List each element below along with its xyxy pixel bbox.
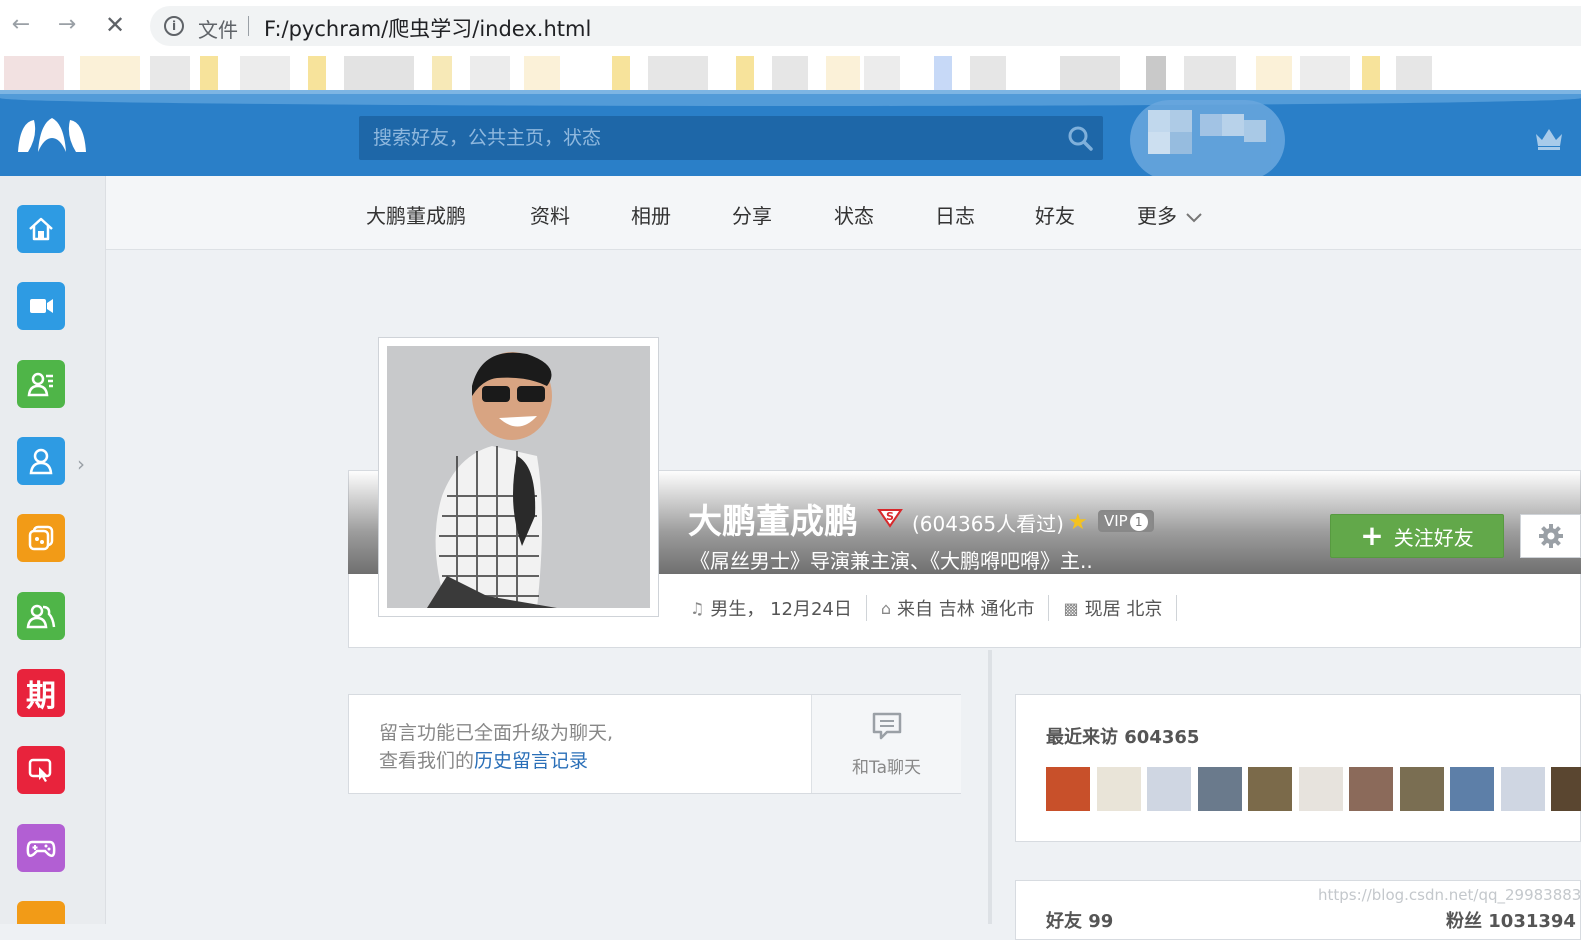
history-messages-link[interactable]: 历史留言记录 <box>474 750 588 772</box>
plus-icon: + <box>1360 519 1384 552</box>
profile-view-count: (604365人看过) <box>912 512 1064 536</box>
info-hometown: ⌂ 来自 吉林 通化市 <box>881 595 1050 621</box>
forward-arrow-icon[interactable]: → <box>54 12 80 38</box>
visitor-avatar[interactable] <box>1500 767 1545 811</box>
sidebar-interactive-icon[interactable] <box>17 746 65 794</box>
message-line2-prefix: 查看我们的 <box>379 750 475 772</box>
url-text[interactable]: F:/pychram/爬虫学习/index.html <box>264 13 591 43</box>
tab-shares[interactable]: 分享 <box>732 200 772 229</box>
cake-icon: ♫ <box>690 598 705 618</box>
sidebar-periodical-icon[interactable]: 期 <box>17 669 65 717</box>
stop-loading-icon[interactable]: ✕ <box>102 12 128 38</box>
chat-button[interactable]: 和Ta聊天 <box>811 695 961 793</box>
message-notice: 留言功能已全面升级为聊天, 查看我们的历史留言记录 <box>379 719 613 775</box>
visitor-avatar[interactable] <box>1551 767 1581 811</box>
tab-more[interactable]: 更多 <box>1137 200 1203 229</box>
info-birthday: ♫ 男生， 12月24日 <box>690 595 867 621</box>
sidebar-apps-icon[interactable] <box>17 514 65 562</box>
sidebar-more-app-icon[interactable] <box>17 901 65 924</box>
header-wave-decoration <box>0 90 1581 106</box>
bookmarks-bar <box>0 52 1581 94</box>
vip-badge[interactable]: VIP 1 <box>1098 510 1154 532</box>
home-small-icon: ⌂ <box>880 598 892 618</box>
crown-icon[interactable] <box>1534 126 1564 152</box>
vip-level: 1 <box>1129 513 1148 531</box>
visitor-avatar[interactable] <box>1248 767 1292 811</box>
follow-button[interactable]: + 关注好友 <box>1330 514 1504 558</box>
visitor-avatar[interactable] <box>1197 767 1242 811</box>
avatar-photo <box>387 346 650 608</box>
info-residence: ▩ 现居 北京 <box>1063 595 1178 621</box>
profile-name: 大鹏董成鹏 <box>688 503 858 541</box>
tab-blog[interactable]: 日志 <box>935 200 975 229</box>
search-icon[interactable] <box>1067 125 1093 151</box>
sidebar-home-icon[interactable] <box>17 205 65 253</box>
sidebar-games-icon[interactable] <box>17 824 65 872</box>
address-bar[interactable]: i 文件 F:/pychram/爬虫学习/index.html <box>150 6 1581 46</box>
visitor-avatar[interactable] <box>1096 767 1141 811</box>
browser-toolbar: ← → ✕ i 文件 F:/pychram/爬虫学习/index.html <box>0 0 1581 52</box>
chat-label: 和Ta聊天 <box>852 757 921 778</box>
profile-info-row: ♫ 男生， 12月24日 ⌂ 来自 吉林 通化市 ▩ 现居 北京 <box>690 595 1191 621</box>
tab-more-label: 更多 <box>1137 204 1177 228</box>
search-input[interactable] <box>373 116 1053 160</box>
sidebar-expand-chevron-icon[interactable]: › <box>77 452 85 476</box>
message-line2: 查看我们的历史留言记录 <box>379 747 613 775</box>
sidebar-video-icon[interactable] <box>17 282 65 330</box>
residence: 现居 北京 <box>1084 599 1163 620</box>
gender-birthday: 男生， 12月24日 <box>710 599 852 620</box>
sidebar-friends-icon[interactable] <box>17 592 65 640</box>
scheme-label: 文件 <box>198 18 238 42</box>
tab-status[interactable]: 状态 <box>834 200 874 229</box>
svg-text:S: S <box>886 510 894 523</box>
chevron-down-icon <box>1186 213 1203 223</box>
message-line1: 留言功能已全面升级为聊天, <box>379 722 614 744</box>
profile-subnav: 大鹏董成鹏 资料 相册 分享 状态 日志 好友 更多 <box>106 176 1581 250</box>
search-box <box>359 116 1103 160</box>
sidebar-profile-icon[interactable] <box>17 437 65 485</box>
address-separator <box>248 16 249 36</box>
recent-visitors-panel: 最近来访 604365 <box>1015 694 1581 842</box>
vip-label: VIP <box>1104 512 1128 530</box>
visitor-avatar[interactable] <box>1147 767 1191 811</box>
friends-count: 好友 99 <box>1046 911 1114 932</box>
profile-bio: 《屌丝男士》导演兼主演、《大鹏嘚吧嘚》主.. <box>690 549 1093 573</box>
profile-avatar[interactable] <box>378 337 659 617</box>
site-header <box>0 90 1581 180</box>
visitor-avatar[interactable] <box>1399 767 1444 811</box>
column-divider <box>988 650 992 924</box>
hometown: 来自 吉林 通化市 <box>897 599 1035 620</box>
back-arrow-icon[interactable]: ← <box>8 12 34 38</box>
fans-count: 粉丝 1031394 <box>1446 911 1576 932</box>
info-icon[interactable]: i <box>164 16 184 36</box>
tab-albums[interactable]: 相册 <box>631 200 671 229</box>
message-box: 留言功能已全面升级为聊天, 查看我们的历史留言记录 和Ta聊天 <box>348 694 961 794</box>
visitor-avatar[interactable] <box>1349 767 1393 811</box>
left-sidebar: › 期 <box>0 176 106 924</box>
star-icon: ★ <box>1068 510 1088 535</box>
visitor-avatar[interactable] <box>1298 767 1343 811</box>
sidebar-contacts-icon[interactable] <box>17 360 65 408</box>
visitor-avatar[interactable] <box>1046 767 1090 811</box>
building-icon: ▩ <box>1063 598 1079 618</box>
tab-friends[interactable]: 好友 <box>1035 200 1075 229</box>
superstar-badge-icon: S <box>877 509 903 528</box>
tab-profile-info[interactable]: 资料 <box>530 200 570 229</box>
chat-bubble-icon <box>872 712 901 739</box>
user-avatar-blurred[interactable] <box>1130 100 1285 180</box>
settings-button[interactable] <box>1520 514 1581 558</box>
gear-icon <box>1538 524 1563 548</box>
recent-visitors-title: 最近来访 604365 <box>1046 727 1200 748</box>
watermark-text: https://blog.csdn.net/qq_29983883 <box>1318 886 1581 904</box>
tab-home[interactable]: 大鹏董成鹏 <box>366 200 466 229</box>
site-logo-icon[interactable] <box>16 116 88 156</box>
visitor-avatar[interactable] <box>1450 767 1494 811</box>
follow-label: 关注好友 <box>1393 525 1474 550</box>
